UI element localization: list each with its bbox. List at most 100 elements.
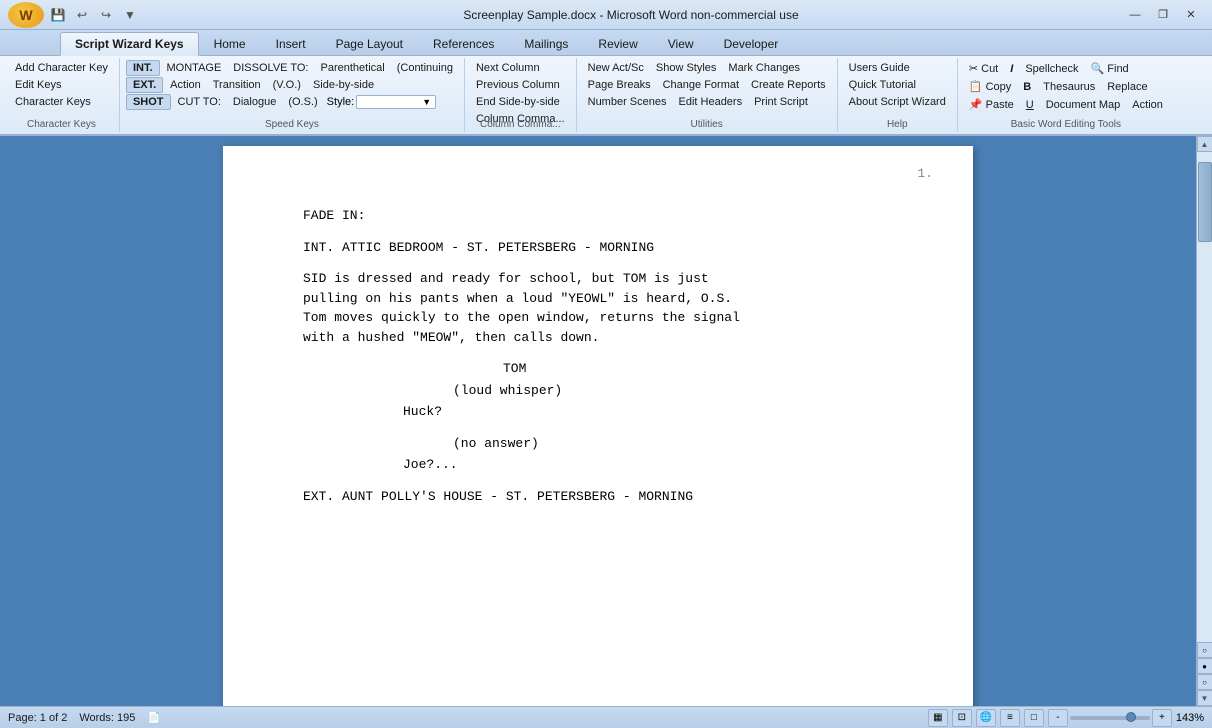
redo-button[interactable]: ↪ <box>96 5 116 25</box>
draft-button[interactable]: □ <box>1024 709 1044 727</box>
add-character-key-button[interactable]: Add Character Key <box>10 60 113 76</box>
about-script-button[interactable]: About Script Wizard <box>844 94 951 110</box>
spellcheck-button[interactable]: Spellcheck <box>1020 61 1083 77</box>
save-button[interactable]: 💾 <box>48 5 68 25</box>
restore-button[interactable]: ❐ <box>1150 5 1176 25</box>
quick-tutorial-button[interactable]: Quick Tutorial <box>844 77 921 93</box>
minimize-button[interactable]: — <box>1122 5 1148 25</box>
tab-script-wizard-keys[interactable]: Script Wizard Keys <box>60 32 199 56</box>
continuing-button[interactable]: (Continuing <box>392 60 458 76</box>
users-guide-button[interactable]: Users Guide <box>844 60 915 76</box>
tab-home[interactable]: Home <box>199 32 261 55</box>
tab-page-layout[interactable]: Page Layout <box>321 32 418 55</box>
page-breaks-button[interactable]: Page Breaks <box>583 77 656 93</box>
zoom-in-button[interactable]: + <box>1152 709 1172 727</box>
char-row-2: Edit Keys <box>10 77 113 93</box>
office-button[interactable]: W <box>8 2 44 28</box>
int-button[interactable]: INT. <box>126 60 160 76</box>
basic-word-tools-label: Basic Word Editing Tools <box>958 119 1174 130</box>
col-row-3: End Side-by-side <box>471 94 570 110</box>
edit-keys-button[interactable]: Edit Keys <box>10 77 66 93</box>
paste-button[interactable]: 📌 Paste <box>964 96 1019 113</box>
copy-button[interactable]: 📋 Copy <box>964 78 1016 95</box>
script-heading-2: EXT. AUNT POLLY'S HOUSE - ST. PETERSBERG… <box>303 487 903 507</box>
doc-map-button[interactable]: Document Map <box>1041 97 1126 113</box>
style-dropdown[interactable]: ▼ <box>356 95 436 109</box>
scroll-options-button[interactable]: ○ <box>1197 642 1212 658</box>
script-paren-2: (no answer) <box>453 434 903 454</box>
tab-developer[interactable]: Developer <box>709 32 794 55</box>
tab-mailings[interactable]: Mailings <box>509 32 583 55</box>
status-left: Page: 1 of 2 Words: 195 📄 <box>8 711 161 724</box>
mark-changes-button[interactable]: Mark Changes <box>723 60 805 76</box>
web-layout-button[interactable]: 🌐 <box>976 709 996 727</box>
outline-button[interactable]: ≡ <box>1000 709 1020 727</box>
zoom-level: 143% <box>1176 712 1204 724</box>
underline-button[interactable]: U <box>1021 97 1039 113</box>
full-screen-reading-button[interactable]: ⊡ <box>952 709 972 727</box>
qat-customize-button[interactable]: ▼ <box>120 5 140 25</box>
page-number: 1. <box>917 166 933 181</box>
scroll-thumb[interactable] <box>1198 162 1212 242</box>
bold-button[interactable]: B <box>1018 79 1036 95</box>
tab-review[interactable]: Review <box>583 32 652 55</box>
char-row-1: Add Character Key <box>10 60 113 76</box>
number-scenes-button[interactable]: Number Scenes <box>583 94 672 110</box>
print-layout-button[interactable]: ▦ <box>928 709 948 727</box>
close-button[interactable]: ✕ <box>1178 5 1204 25</box>
zoom-out-button[interactable]: - <box>1048 709 1068 727</box>
parenthetical-button[interactable]: Parenthetical <box>316 60 390 76</box>
change-format-button[interactable]: Change Format <box>658 77 744 93</box>
speed-row-3: SHOT CUT TO: Dialogue (O.S.) Style: ▼ <box>126 94 458 110</box>
edit-headers-button[interactable]: Edit Headers <box>674 94 748 110</box>
ext-button[interactable]: EXT. <box>126 77 163 93</box>
document-area[interactable]: 1. FADE IN: INT. ATTIC BEDROOM - ST. PET… <box>0 136 1196 706</box>
utilities-group: New Act/Sc Show Styles Mark Changes Page… <box>577 58 838 132</box>
vertical-scrollbar[interactable]: ▲ ○ ● ○ ▼ <box>1196 136 1212 706</box>
action-button[interactable]: Action <box>165 77 206 93</box>
title-bar-left: W 💾 ↩ ↪ ▼ <box>8 2 140 28</box>
utilities-label: Utilities <box>577 119 837 130</box>
word-count: Words: 195 <box>79 712 135 724</box>
character-keys-button[interactable]: Character Keys <box>10 94 96 110</box>
vo-button[interactable]: (V.O.) <box>268 77 306 93</box>
select-browse-button[interactable]: ● <box>1197 658 1212 674</box>
new-act-sc-button[interactable]: New Act/Sc <box>583 60 649 76</box>
dissolve-button[interactable]: DISSOLVE TO: <box>228 60 313 76</box>
action-tool-button[interactable]: Action <box>1127 97 1168 113</box>
tab-references[interactable]: References <box>418 32 509 55</box>
transition-button[interactable]: Transition <box>208 77 266 93</box>
sidebyside-button[interactable]: Side-by-side <box>308 77 379 93</box>
zoom-slider[interactable] <box>1070 716 1150 720</box>
find-button[interactable]: 🔍 Find <box>1086 60 1134 77</box>
replace-button[interactable]: Replace <box>1102 79 1152 95</box>
italic-button[interactable]: I <box>1005 61 1018 77</box>
print-script-button[interactable]: Print Script <box>749 94 813 110</box>
cutto-button[interactable]: CUT TO: <box>173 94 226 110</box>
scroll-track[interactable] <box>1197 152 1212 642</box>
help-group: Users Guide Quick Tutorial About Script … <box>838 58 958 132</box>
tab-view[interactable]: View <box>653 32 709 55</box>
character-keys-label: Character Keys <box>4 119 119 130</box>
script-character-tom: TOM <box>503 359 903 379</box>
montage-button[interactable]: MONTAGE <box>162 60 227 76</box>
undo-button[interactable]: ↩ <box>72 5 92 25</box>
scroll-down-button[interactable]: ▼ <box>1197 690 1212 706</box>
shot-button[interactable]: SHOT <box>126 94 171 110</box>
next-column-button[interactable]: Next Column <box>471 60 545 76</box>
scroll-up-button[interactable]: ▲ <box>1197 136 1212 152</box>
os-button[interactable]: (O.S.) <box>283 94 322 110</box>
tab-insert[interactable]: Insert <box>261 32 321 55</box>
prev-page-button[interactable]: ○ <box>1197 674 1212 690</box>
util-row-3: Number Scenes Edit Headers Print Script <box>583 94 831 110</box>
end-side-button[interactable]: End Side-by-side <box>471 94 565 110</box>
dialogue-button[interactable]: Dialogue <box>228 94 281 110</box>
cut-button[interactable]: ✂ Cut <box>964 60 1003 77</box>
prev-column-button[interactable]: Previous Column <box>471 77 565 93</box>
show-styles-button[interactable]: Show Styles <box>651 60 722 76</box>
utilities-rows: New Act/Sc Show Styles Mark Changes Page… <box>583 60 831 118</box>
script-dialogue-1: Huck? <box>403 402 803 422</box>
thesaurus-button[interactable]: Thesaurus <box>1038 79 1100 95</box>
create-reports-button[interactable]: Create Reports <box>746 77 831 93</box>
zoom-slider-thumb[interactable] <box>1126 712 1136 722</box>
